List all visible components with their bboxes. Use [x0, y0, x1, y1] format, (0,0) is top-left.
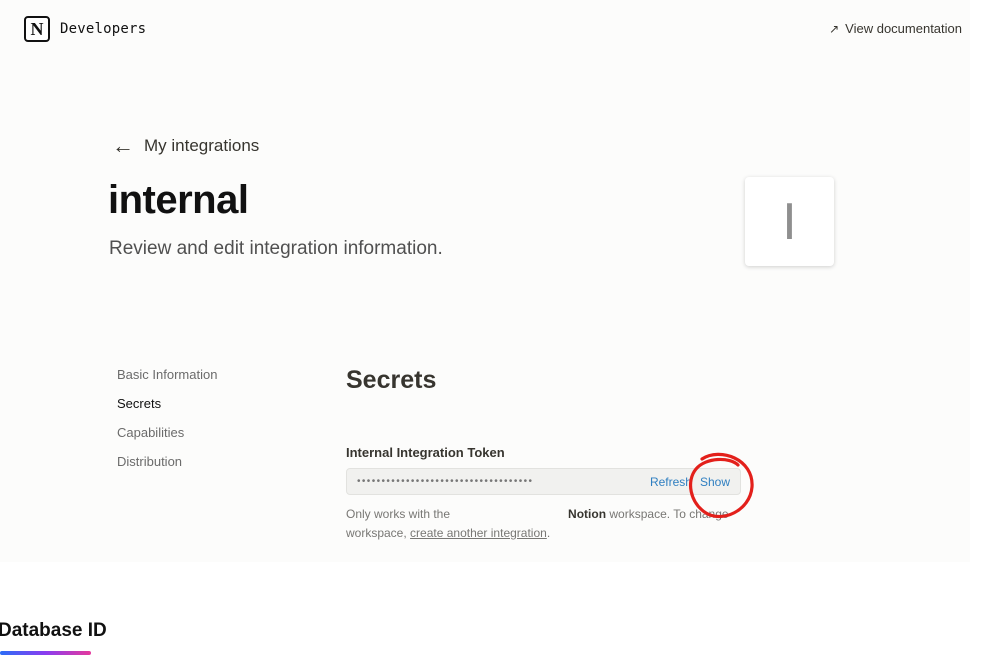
- settings-sidebar: Basic Information Secrets Capabilities D…: [117, 367, 217, 483]
- show-token-button[interactable]: Show: [700, 475, 730, 489]
- integration-icon[interactable]: I: [745, 177, 834, 266]
- view-documentation-label: View documentation: [845, 21, 962, 36]
- brand-label: Developers: [60, 21, 147, 37]
- token-masked-value: ••••••••••••••••••••••••••••••••••••: [357, 476, 534, 487]
- create-integration-link[interactable]: create another integration: [410, 526, 547, 540]
- brand[interactable]: N Developers: [24, 16, 146, 42]
- external-arrow-icon: ↗: [829, 21, 840, 36]
- arrow-left-icon: ←: [112, 133, 134, 158]
- sidebar-item-distribution[interactable]: Distribution: [117, 454, 217, 483]
- notion-logo-icon: N: [24, 16, 50, 42]
- sidebar-item-secrets[interactable]: Secrets: [117, 396, 217, 425]
- database-id-heading: Database ID: [0, 620, 107, 641]
- help-prefix: Only works with the: [346, 507, 451, 521]
- secrets-section-title: Secrets: [346, 366, 437, 394]
- integration-icon-letter: I: [782, 192, 797, 251]
- help-suffix: .: [546, 526, 551, 540]
- sidebar-item-basic-information[interactable]: Basic Information: [117, 367, 217, 396]
- view-documentation-link[interactable]: ↗ View documentation: [829, 21, 962, 36]
- token-help-text: Only works with the Notion workspace. To …: [346, 505, 746, 543]
- integration-settings-screenshot: N Developers ↗ View documentation ← My i…: [0, 0, 970, 562]
- token-field-label: Internal Integration Token: [346, 445, 505, 460]
- back-link-label: My integrations: [144, 136, 260, 155]
- heading-underline: [0, 651, 91, 655]
- sidebar-item-capabilities[interactable]: Capabilities: [117, 425, 217, 454]
- token-field[interactable]: •••••••••••••••••••••••••••••••••••• Ref…: [346, 468, 741, 495]
- back-to-integrations-link[interactable]: ← My integrations: [112, 133, 260, 158]
- page-subtitle: Review and edit integration information.: [109, 238, 443, 259]
- refresh-token-button[interactable]: Refresh: [650, 475, 692, 489]
- page-title: internal: [108, 178, 249, 222]
- help-workspace-name: Notion: [568, 507, 607, 521]
